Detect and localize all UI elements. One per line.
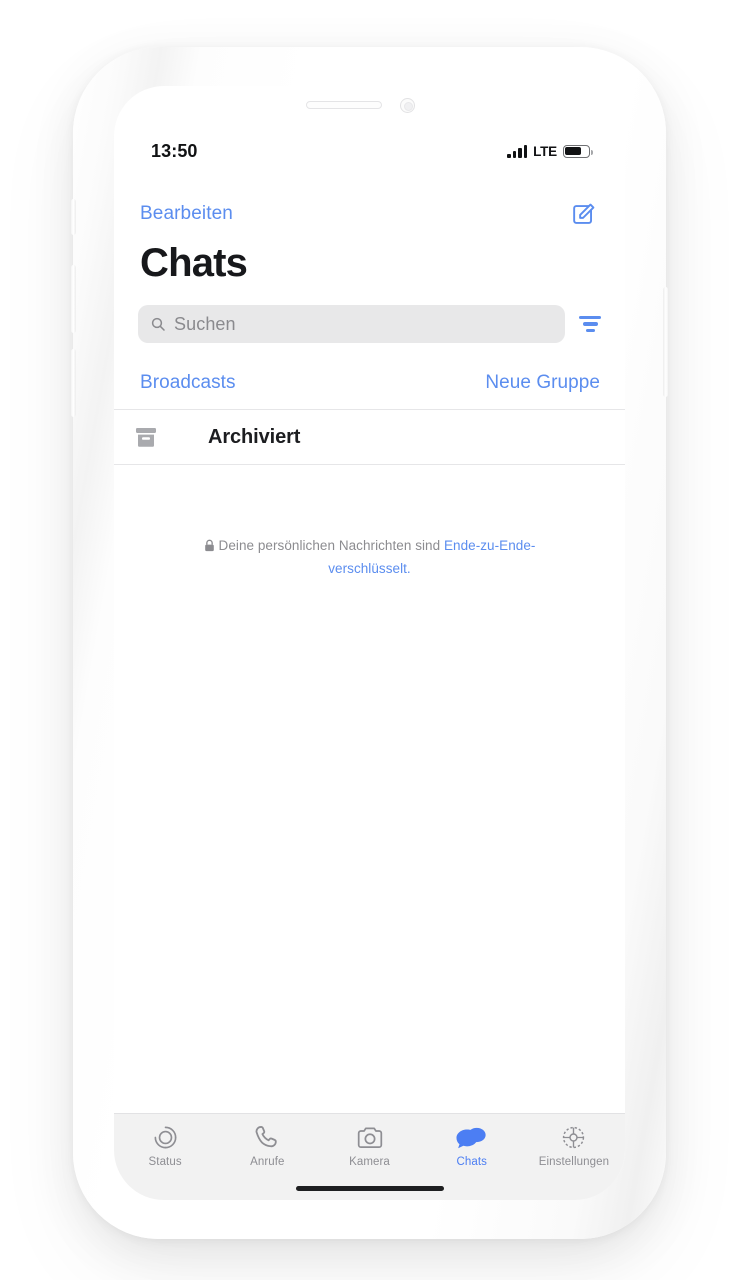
quick-links-row: Broadcasts Neue Gruppe <box>114 372 625 394</box>
page-title: Chats <box>140 241 248 285</box>
tab-calls-label: Anrufe <box>250 1156 285 1168</box>
status-bar-indicators: LTE <box>507 143 593 159</box>
signal-bars-icon <box>507 144 528 158</box>
search-row: Suchen <box>114 305 625 343</box>
screenshot-canvas: 13:50 LTE Bearbeiten Chats Suchen Broadc… <box>0 0 739 1280</box>
power-button[interactable] <box>663 287 668 397</box>
tab-chats-label: Chats <box>456 1156 487 1168</box>
chat-bubbles-icon <box>456 1122 487 1153</box>
tab-status-label: Status <box>148 1156 182 1168</box>
tab-settings-label: Einstellungen <box>538 1156 610 1168</box>
tab-status[interactable]: Status <box>114 1122 216 1168</box>
front-camera-icon <box>400 98 415 113</box>
search-icon <box>151 317 165 331</box>
broadcasts-link[interactable]: Broadcasts <box>140 372 236 394</box>
archived-label: Archiviert <box>208 425 301 448</box>
tab-camera-label: Kamera <box>349 1156 390 1168</box>
phone-device-frame: 13:50 LTE Bearbeiten Chats Suchen Broadc… <box>71 47 668 1239</box>
chat-list <box>114 646 625 1086</box>
status-rings-icon <box>152 1122 179 1153</box>
home-indicator[interactable] <box>295 1185 444 1191</box>
encryption-notice-text: Deine persönlichen Nachrichten sind <box>218 538 444 553</box>
phone-screen: 13:50 LTE Bearbeiten Chats Suchen Broadc… <box>114 86 625 1200</box>
tab-settings[interactable]: Einstellungen <box>523 1122 625 1168</box>
edit-button[interactable]: Bearbeiten <box>140 203 233 225</box>
notch-hardware <box>114 86 625 130</box>
camera-icon <box>356 1122 384 1153</box>
status-bar: 13:50 LTE <box>114 136 625 166</box>
archive-box-icon <box>114 427 178 448</box>
encryption-notice: Deine persönlichen Nachrichten sind Ende… <box>114 536 625 579</box>
search-input[interactable]: Suchen <box>138 305 565 343</box>
filter-icon[interactable] <box>579 315 601 333</box>
phone-icon <box>254 1122 281 1153</box>
gear-icon <box>560 1122 587 1153</box>
earpiece-speaker-icon <box>306 101 382 109</box>
tab-camera[interactable]: Kamera <box>318 1122 420 1168</box>
volume-up-button[interactable] <box>71 265 76 333</box>
silent-switch-button[interactable] <box>71 199 76 235</box>
volume-down-button[interactable] <box>71 349 76 417</box>
status-bar-time: 13:50 <box>151 140 198 161</box>
network-type-label: LTE <box>533 143 557 159</box>
lock-icon <box>204 538 215 559</box>
navigation-bar: Bearbeiten <box>114 194 625 234</box>
search-placeholder-text: Suchen <box>174 313 236 334</box>
new-group-link[interactable]: Neue Gruppe <box>485 372 600 394</box>
archived-row[interactable]: Archiviert <box>114 409 625 465</box>
tab-calls[interactable]: Anrufe <box>216 1122 318 1168</box>
compose-icon[interactable] <box>570 201 597 228</box>
battery-fill-level <box>565 146 582 156</box>
battery-icon <box>563 144 593 158</box>
tab-chats[interactable]: Chats <box>421 1122 523 1168</box>
